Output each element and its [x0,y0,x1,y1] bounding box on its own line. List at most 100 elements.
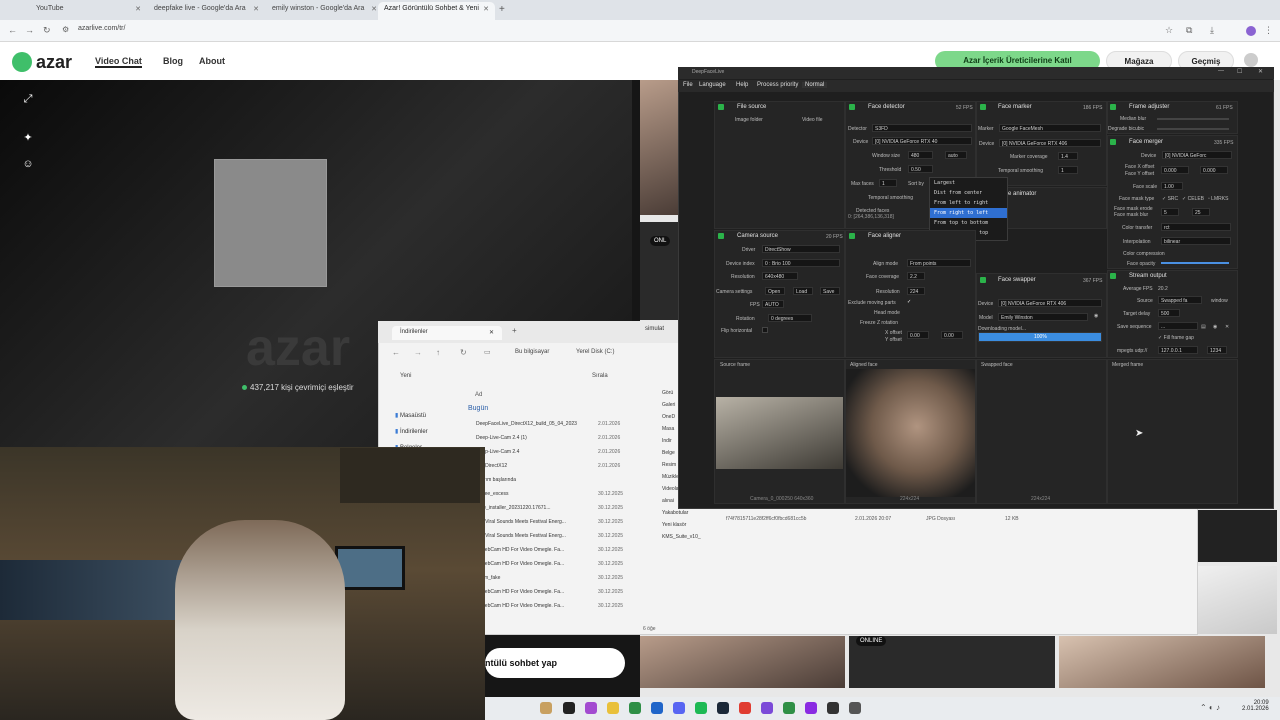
tab-azar[interactable]: Azar! Görüntülü Sohbet & Yeni ✕ [378,2,495,20]
user-avatar[interactable] [1244,53,1258,67]
merged-frame-label[interactable]: Merged frame [1112,362,1143,368]
list-item[interactable]: ivive_installer_20231220.17671... 30.12.2… [468,502,638,516]
list-item[interactable]: e WebCam HD For Video Omegle. Fa... 30.12… [468,544,638,558]
sidebar-item[interactable]: Yakabotular [650,510,706,522]
source-frame-label[interactable]: Source frame [720,362,750,368]
list-item[interactable]: DeepFaceLive_DirectX12_build_05_04_2023 2… [468,418,638,432]
site-logo[interactable]: azar [36,52,72,73]
swapper-device-select[interactable]: [0] NVIDIA GeForce RTX 406 [998,299,1102,307]
menu-process-priority[interactable]: Process priority [757,82,798,88]
list-item[interactable]: e WebCam HD For Video Omegle. Fa... 30.12… [468,586,638,600]
sort-option[interactable]: Largest [930,178,1007,188]
sort-option[interactable]: From left to right [930,198,1007,208]
detector-select[interactable]: S3FD [872,124,972,132]
explorer-forward-icon[interactable]: → [414,348,422,357]
eye-icon[interactable]: ◉ [1213,324,1217,330]
download-icon[interactable]: ⤓ [1210,25,1214,36]
x-offset-input[interactable]: 0.000 [1161,166,1189,174]
camera-save-button[interactable]: Save [820,287,840,295]
refresh-icon[interactable]: ◉ [1094,313,1098,319]
list-item[interactable]: Tok Viral Sounds Meets Festival Energ...… [468,516,638,530]
camera-fps-input[interactable]: AUTO [762,300,784,308]
gallery-photo[interactable] [1197,566,1277,634]
mpegts-port-input[interactable]: 1234 [1207,346,1227,354]
close-icon[interactable]: ✕ [1258,68,1263,75]
model-select[interactable]: Emily Winston [998,313,1088,321]
close-icon[interactable]: ✕ [483,5,489,13]
bookmark-icon[interactable]: ☆ [1165,25,1173,36]
mpegts-ip-input[interactable]: 127.0.0.1 [1158,346,1198,354]
close-icon[interactable]: ✕ [371,5,377,13]
tab-deepfake-search[interactable]: deepfake live - Google'da Ara ✕ [148,2,265,20]
list-item[interactable]: e_free_excess 30.12.2025 [468,488,638,502]
nav-blog[interactable]: Blog [163,56,183,66]
align-mode-select[interactable]: From points [907,259,971,267]
fill-frame-gap-checkbox[interactable]: ✓ Fill frame gap [1158,335,1194,341]
gallery-photo[interactable] [1197,510,1277,562]
mask-celeb-option[interactable]: ✓ CELEB [1182,196,1204,202]
mask-blur-input[interactable]: 25 [1192,208,1210,216]
menu-icon[interactable]: ⋮ [1264,25,1273,36]
clear-icon[interactable]: ✕ [1225,324,1229,330]
sidebar-item-desktop[interactable]: ▮ Masaüstü [395,408,428,424]
face-opacity-slider[interactable] [1161,262,1229,264]
explorer-taskbar-icon[interactable] [607,702,619,714]
explorer-tab-2[interactable]: simulat [645,326,664,332]
frame-adjuster-toggle[interactable] [1110,104,1116,110]
sidebar-item[interactable]: KMS_Suite_v10_ [650,534,706,546]
terminal-taskbar-icon[interactable] [827,702,839,714]
start-icon[interactable] [563,702,575,714]
detector-device-select[interactable]: [0] NVIDIA GeForce RTX 40 [872,137,972,145]
explorer-refresh-icon[interactable]: ↻ [460,348,467,357]
table-row[interactable]: f74f7815711e28f2ff6cf0fbcd681cc5b 2.01.2… [708,513,1193,527]
spotify-taskbar-icon[interactable] [695,702,707,714]
sidebar-item[interactable]: Yeni klasör [650,522,706,534]
minimize-icon[interactable]: — [1218,68,1224,74]
list-item[interactable]: bcam_fake 30.12.2025 [468,572,638,586]
face-aligner-toggle[interactable] [849,233,855,239]
back-icon[interactable]: ← [8,25,17,35]
tab-emily-search[interactable]: emily winston - Google'da Ara ✕ [266,2,383,20]
face-detector-toggle[interactable] [849,104,855,110]
fullscreen-icon[interactable]: ⤢ [20,93,36,109]
marker-coverage-input[interactable]: 1.4 [1058,152,1078,160]
max-faces-input[interactable]: 1 [879,179,897,187]
menu-file[interactable]: File [683,82,693,88]
url-field[interactable]: azarlive.com/tr/ [78,25,125,32]
window-button[interactable]: window [1211,298,1228,304]
explorer-tab[interactable]: İndirilenler ✕ [392,326,502,340]
median-blur-slider[interactable] [1157,118,1229,120]
list-item[interactable]: Tok Viral Sounds Meets Festival Energ...… [468,530,638,544]
close-icon[interactable]: ✕ [489,329,494,336]
menu-help[interactable]: Help [736,82,748,88]
sort-option[interactable]: Dist from center [930,188,1007,198]
group-today[interactable]: Bugün [468,405,488,412]
mask-lmrks-option[interactable]: ▫ LMRKS [1208,196,1228,202]
explorer-back-icon[interactable]: ← [392,348,400,357]
merger-device-select[interactable]: [0] NVIDIA GeForc [1162,151,1232,159]
dfl-taskbar-icon[interactable] [849,702,861,714]
name-column-header[interactable]: Ad [475,392,482,398]
record-taskbar-icon[interactable] [739,702,751,714]
clock[interactable]: 20:09 2.01.2026 [1242,700,1269,712]
priority-select[interactable]: Normal [802,82,828,88]
mask-src-option[interactable]: ✓ SRC [1162,196,1178,202]
breadcrumb-local-disk[interactable]: Yerel Disk (C:) [576,349,614,355]
flip-checkbox[interactable] [762,327,768,333]
sticker-icon[interactable]: ☺ [20,158,36,174]
mask-erode-input[interactable]: 5 [1161,208,1179,216]
discord-taskbar-icon[interactable] [673,702,685,714]
explorer-up-icon[interactable]: ↑ [436,348,440,357]
rotation-select[interactable]: 0 degrees [768,314,812,322]
profile-avatar[interactable] [1246,26,1256,36]
extensions-icon[interactable]: ⧉ [1186,25,1192,36]
effects-icon[interactable]: ✦ [20,131,36,147]
exclude-moving-checkbox[interactable]: ✓ [907,299,911,305]
camera-open-button[interactable]: Open [765,287,785,295]
list-item[interactable]: ive_DirectX12 2.01.2026 [468,460,638,474]
face-swapper-toggle[interactable] [980,277,986,283]
store-taskbar-icon[interactable] [651,702,663,714]
face-merger-toggle[interactable] [1110,139,1116,145]
menu-language[interactable]: Language [699,82,726,88]
maximize-icon[interactable]: ☐ [1237,68,1242,75]
